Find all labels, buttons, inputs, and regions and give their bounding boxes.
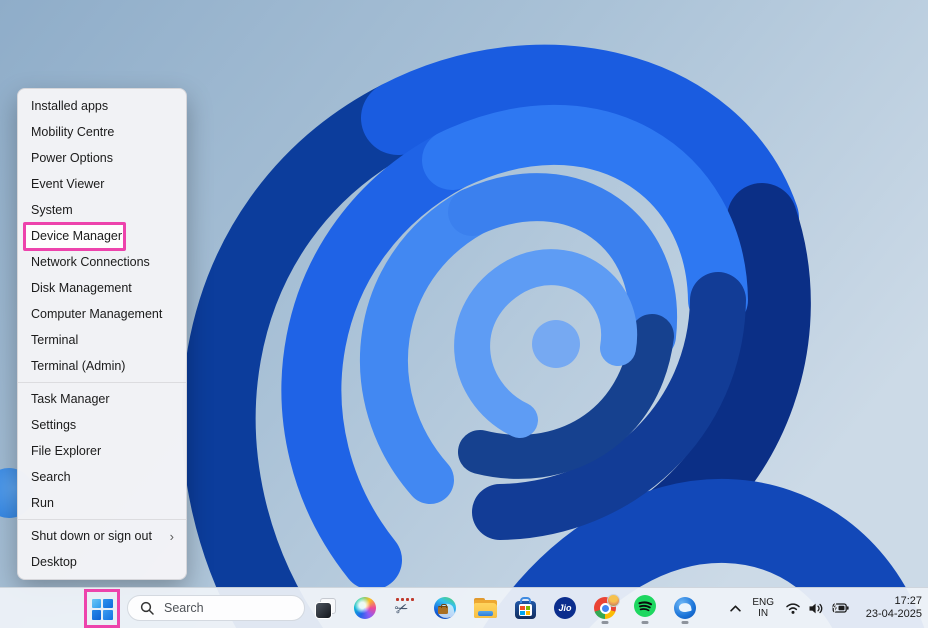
running-indicator <box>642 621 649 624</box>
show-hidden-icons-chevron-icon[interactable] <box>730 605 741 612</box>
snipping-tool-icon: ✂ <box>394 597 416 619</box>
file-explorer-icon <box>474 598 497 618</box>
volume-icon <box>808 601 824 616</box>
menu-item-label: Computer Management <box>31 307 162 321</box>
menu-separator <box>18 382 186 383</box>
menu-item-label: Terminal <box>31 333 78 347</box>
menu-item-search[interactable]: Search <box>18 464 186 490</box>
menu-item-label: Network Connections <box>31 255 150 269</box>
thunderbird-icon <box>674 597 696 619</box>
edge-button[interactable] <box>432 590 458 626</box>
taskbar-clock[interactable]: 17:27 23-04-2025 <box>860 595 922 622</box>
snipping-tool-button[interactable]: ✂ <box>392 590 418 626</box>
menu-item-label: Mobility Centre <box>31 125 114 139</box>
language-line2: IN <box>752 608 774 619</box>
task-view-button[interactable] <box>312 590 338 626</box>
menu-item-label: Run <box>31 496 54 510</box>
task-view-icon <box>315 598 336 619</box>
menu-item-label: Installed apps <box>31 99 108 113</box>
battery-charging-icon <box>831 602 849 614</box>
menu-item-label: Task Manager <box>31 392 110 406</box>
menu-item-terminal-admin[interactable]: Terminal (Admin) <box>18 353 186 379</box>
copilot-icon <box>354 597 376 619</box>
menu-item-file-explorer[interactable]: File Explorer <box>18 438 186 464</box>
menu-item-mobility-centre[interactable]: Mobility Centre <box>18 119 186 145</box>
menu-item-run[interactable]: Run <box>18 490 186 516</box>
system-tray: ENG IN <box>730 588 922 628</box>
microsoft-store-icon <box>515 597 536 619</box>
file-explorer-button[interactable] <box>472 590 498 626</box>
menu-item-settings[interactable]: Settings <box>18 412 186 438</box>
chrome-icon <box>594 597 616 619</box>
chrome-button[interactable] <box>592 590 618 626</box>
menu-item-system[interactable]: System <box>18 197 186 223</box>
clock-time: 17:27 <box>860 595 922 609</box>
menu-separator <box>18 519 186 520</box>
menu-item-network-connections[interactable]: Network Connections <box>18 249 186 275</box>
taskbar: ✂ Jio ENG IN <box>0 587 928 628</box>
menu-item-label: Disk Management <box>31 281 132 295</box>
language-indicator[interactable]: ENG IN <box>752 597 774 619</box>
menu-item-label: Settings <box>31 418 76 432</box>
microsoft-store-button[interactable] <box>512 590 538 626</box>
menu-item-shut-down-or-sign-out[interactable]: Shut down or sign out › <box>18 523 186 549</box>
taskbar-apps: ✂ Jio <box>312 588 698 628</box>
windows-logo-icon <box>92 599 113 620</box>
menu-item-installed-apps[interactable]: Installed apps <box>18 93 186 119</box>
menu-item-label: Search <box>31 470 71 484</box>
menu-item-label: Event Viewer <box>31 177 104 191</box>
start-button[interactable] <box>88 597 116 621</box>
search-icon <box>140 601 154 615</box>
spotify-button[interactable] <box>632 590 658 626</box>
spotify-icon <box>634 595 656 622</box>
language-line1: ENG <box>752 597 774 608</box>
running-indicator <box>682 621 689 624</box>
jio-button[interactable]: Jio <box>552 590 578 626</box>
menu-item-terminal[interactable]: Terminal <box>18 327 186 353</box>
running-indicator <box>602 621 609 624</box>
menu-item-event-viewer[interactable]: Event Viewer <box>18 171 186 197</box>
menu-item-label: Terminal (Admin) <box>31 359 125 373</box>
menu-item-task-manager[interactable]: Task Manager <box>18 386 186 412</box>
taskbar-search[interactable] <box>127 595 305 621</box>
wifi-icon <box>785 601 801 615</box>
menu-item-label: Device Manager <box>31 229 122 243</box>
menu-item-desktop[interactable]: Desktop <box>18 549 186 575</box>
tray-status-icons[interactable] <box>785 601 849 616</box>
winx-context-menu: Installed apps Mobility Centre Power Optio… <box>17 88 187 580</box>
menu-item-label: System <box>31 203 73 217</box>
desktop: Installed apps Mobility Centre Power Optio… <box>0 0 928 628</box>
copilot-button[interactable] <box>352 590 378 626</box>
menu-item-label: Shut down or sign out <box>31 529 152 543</box>
edge-icon <box>434 597 456 619</box>
clock-date: 23-04-2025 <box>860 608 922 622</box>
menu-item-device-manager[interactable]: Device Manager <box>18 223 186 249</box>
jio-icon: Jio <box>554 597 576 619</box>
menu-item-disk-management[interactable]: Disk Management <box>18 275 186 301</box>
menu-item-power-options[interactable]: Power Options <box>18 145 186 171</box>
submenu-chevron-icon: › <box>170 530 174 543</box>
menu-item-label: File Explorer <box>31 444 101 458</box>
thunderbird-button[interactable] <box>672 590 698 626</box>
menu-item-label: Desktop <box>31 555 77 569</box>
menu-item-label: Power Options <box>31 151 113 165</box>
search-input[interactable] <box>162 600 292 616</box>
menu-item-computer-management[interactable]: Computer Management <box>18 301 186 327</box>
chrome-profile-avatar <box>607 594 620 607</box>
